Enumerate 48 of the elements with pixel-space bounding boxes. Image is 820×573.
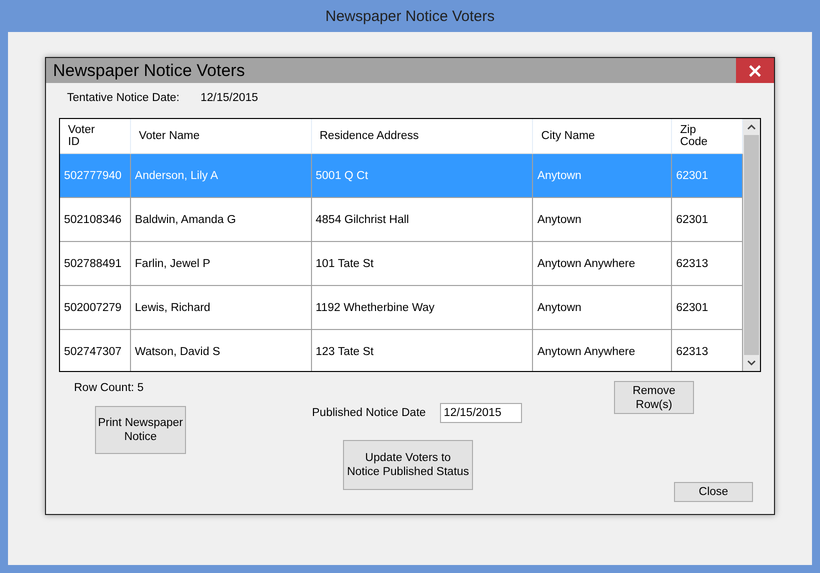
published-date-field[interactable]: 12/15/2015 [440,403,522,423]
close-button[interactable]: Close [674,482,753,502]
close-icon[interactable] [736,58,774,83]
table-cell: 502747307 [64,346,122,358]
table-cell: 62301 [676,302,708,314]
scroll-up-icon[interactable] [747,124,756,130]
table-cell: Anytown [537,302,582,314]
tentative-date-value: 12/15/2015 [200,92,258,106]
tentative-date-label: Tentative Notice Date: [67,92,180,106]
table-cell: 1192 Whetherbine Way [316,302,435,314]
table-cell: 502777940 [64,170,122,182]
table-cell: 62301 [676,170,708,182]
column-header[interactable]: Voter ID [60,119,131,153]
scrollbar[interactable] [743,119,760,371]
table-cell: Anytown Anywhere [537,258,636,270]
window-title: Newspaper Notice Voters [325,8,495,24]
table-cell: Lewis, Richard [134,302,210,314]
published-date-label: Published Notice Date [312,407,426,419]
table-cell: Watson, David S [134,346,220,358]
table-cell: 62301 [676,214,708,226]
table-cell: Baldwin, Amanda G [134,214,236,226]
table-cell: 62313 [676,346,708,358]
table-row[interactable]: 502007279 Lewis, Richard 1192 Whetherbine Way Anytown 62301 [60,286,743,330]
table-cell: 123 Tate St [316,346,374,358]
column-header[interactable]: City Name [533,119,672,153]
table-cell: Anderson, Lily A [134,170,218,182]
row-count: Row Count: 5 [74,382,144,394]
table-cell: 101 Tate St [316,258,374,270]
table-cell: 502108346 [64,214,122,226]
table-cell: 4854 Gilchrist Hall [316,214,409,226]
table-cell: 5001 Q Ct [316,170,368,182]
update-button[interactable]: Update Voters to Notice Published Status [343,440,473,490]
print-button[interactable]: Print Newspaper Notice [95,406,186,454]
table-cell: 62313 [676,258,708,270]
table-row[interactable]: 502788491 Farlin, Jewel P 101 Tate St Anytown Anywhere 62313 [60,242,743,286]
scrollbar-thumb[interactable] [744,135,759,355]
table-cell: Farlin, Jewel P [134,258,210,270]
dialog-title: Newspaper Notice Voters [53,60,245,80]
table-cell: Anytown [537,214,582,226]
scroll-down-icon[interactable] [747,360,756,366]
table-cell: Anytown [537,170,582,182]
remove-button[interactable]: Remove Row(s) [614,381,694,414]
column-header[interactable]: Voter Name [130,119,312,153]
table-cell: 502788491 [64,258,122,270]
table-cell: 502007279 [64,302,122,314]
table-cell: Anytown Anywhere [537,346,636,358]
table-row[interactable]: 502108346 Baldwin, Amanda G 4854 Gilchrist Hall Anytown 62301 [60,198,743,242]
column-header[interactable]: Residence Address [312,119,534,153]
